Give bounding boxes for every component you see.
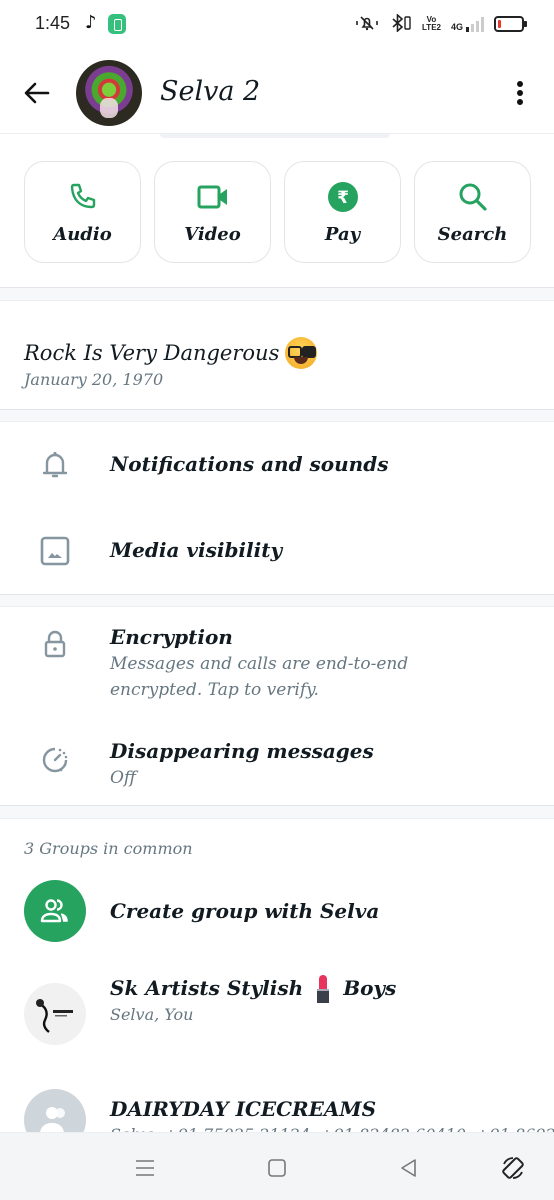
- video-label: Video: [184, 224, 241, 245]
- group-item[interactable]: Sk Artists Stylish Boys Selva, You: [0, 969, 554, 1059]
- media-visibility-row[interactable]: Media visibility: [0, 508, 554, 594]
- more-options-button[interactable]: [508, 78, 532, 108]
- actions-section: Audio Video ₹ Pay Search: [0, 134, 554, 288]
- settings-section-media: Notifications and sounds Media visibilit…: [0, 421, 554, 595]
- video-call-button[interactable]: Video: [154, 161, 271, 263]
- status-bar: 1:45 ♪ Vo LTE2 4G: [0, 0, 554, 50]
- group-name: Sk Artists Stylish Boys: [110, 975, 397, 1003]
- battery-saver-icon: [108, 14, 126, 34]
- nerd-face-emoji: [285, 337, 318, 369]
- search-icon: [459, 183, 487, 211]
- video-camera-icon: [197, 185, 227, 209]
- contact-avatar[interactable]: [76, 60, 142, 126]
- home-button[interactable]: [262, 1153, 292, 1183]
- scroll-hint: [160, 134, 390, 138]
- rotate-screen-icon: [502, 1157, 524, 1179]
- volte-icon: Vo LTE2: [422, 15, 441, 32]
- bluetooth-icon: [390, 13, 412, 34]
- music-note-icon: ♪: [85, 12, 97, 33]
- svg-text:₹: ₹: [337, 188, 349, 208]
- about-status: Rock Is Very Dangerous: [24, 337, 318, 369]
- rotate-button[interactable]: [498, 1153, 528, 1183]
- status-time: 1:45: [35, 13, 71, 33]
- bell-icon: [42, 451, 68, 478]
- group-members: Selva, You: [110, 1005, 194, 1024]
- pay-button[interactable]: ₹ Pay: [284, 161, 401, 263]
- lipstick-emoji: [317, 975, 330, 1003]
- back-button[interactable]: [22, 78, 52, 108]
- encryption-row[interactable]: Encryption Messages and calls are end-to…: [0, 607, 554, 717]
- arrow-left-icon: [24, 82, 50, 104]
- disappearing-messages-label: Disappearing messages: [110, 739, 374, 763]
- 4g-signal-icon: 4G: [451, 16, 484, 32]
- back-triangle-icon: [401, 1159, 416, 1177]
- contact-name[interactable]: Selva 2: [160, 76, 260, 107]
- status-icons: Vo LTE2 4G: [354, 13, 527, 34]
- recents-menu-icon: [136, 1160, 154, 1176]
- groups-in-common-section: 3 Groups in common Create group with Sel…: [0, 818, 554, 1151]
- pay-label: Pay: [324, 224, 361, 245]
- audio-call-button[interactable]: Audio: [24, 161, 141, 263]
- disappearing-messages-row[interactable]: Disappearing messages Off: [0, 725, 554, 805]
- media-visibility-label: Media visibility: [110, 538, 283, 562]
- action-buttons: Audio Video ₹ Pay Search: [24, 161, 531, 263]
- group-avatar-sk-artists: [24, 983, 86, 1045]
- phone-icon: [70, 183, 95, 209]
- battery-icon: [494, 16, 527, 32]
- recents-button[interactable]: [130, 1153, 160, 1183]
- audio-label: Audio: [53, 224, 112, 245]
- create-group-label: Create group with Selva: [110, 899, 380, 923]
- back-nav-button[interactable]: [394, 1153, 424, 1183]
- about-section[interactable]: Rock Is Very Dangerous January 20, 1970: [0, 300, 554, 410]
- contact-header: Selva 2: [0, 50, 554, 134]
- image-icon: [40, 536, 70, 566]
- groups-count-header: 3 Groups in common: [24, 839, 193, 858]
- settings-section-privacy: Encryption Messages and calls are end-to…: [0, 606, 554, 806]
- home-icon: [268, 1159, 286, 1177]
- group-add-icon: [40, 899, 68, 923]
- create-group-row[interactable]: Create group with Selva: [0, 871, 554, 961]
- about-date: January 20, 1970: [24, 370, 164, 389]
- system-nav-bar: [0, 1132, 554, 1200]
- lock-icon: [44, 630, 66, 658]
- group-name: DAIRYDAY ICECREAMS: [110, 1097, 377, 1121]
- more-vert-icon: [517, 81, 523, 87]
- search-label: Search: [437, 224, 508, 245]
- encryption-description: Messages and calls are end-to-end encryp…: [110, 654, 409, 700]
- notifications-label: Notifications and sounds: [110, 452, 389, 476]
- notifications-row[interactable]: Notifications and sounds: [0, 422, 554, 508]
- search-button[interactable]: Search: [414, 161, 531, 263]
- disappearing-messages-status: Off: [110, 768, 136, 788]
- timer-icon: [42, 747, 68, 773]
- rupee-icon: ₹: [327, 182, 358, 212]
- encryption-label: Encryption: [110, 625, 233, 649]
- vibrate-mute-icon: [354, 14, 380, 34]
